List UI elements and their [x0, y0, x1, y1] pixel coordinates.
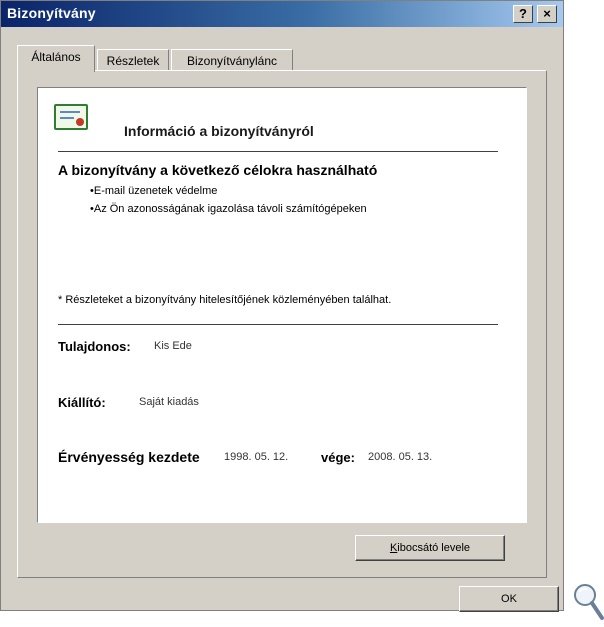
valid-to-label: vége: [321, 450, 355, 465]
statement-label: ibocsátó levele [397, 542, 471, 554]
info-heading: Információ a bizonyítványról [124, 123, 314, 139]
tab-general[interactable]: Általános [17, 45, 95, 72]
certificate-dialog: Bizonyítvány ? × Általános Részletek Biz… [0, 0, 564, 612]
issuer-statement-note: * Részleteket a bizonyítvány hitelesítőj… [58, 294, 392, 306]
magnifier-icon[interactable] [572, 582, 604, 622]
issuer-label: Kiállító: [58, 395, 106, 410]
divider [58, 324, 498, 325]
tab-certification-path[interactable]: Bizonyítványlánc [171, 49, 293, 71]
title-bar[interactable]: Bizonyítvány ? × [1, 1, 563, 27]
tab-details[interactable]: Részletek [97, 49, 169, 71]
owner-label: Tulajdonos: [58, 339, 131, 354]
general-tab-panel: Információ a bizonyítványról A bizonyítv… [17, 70, 547, 578]
window-title: Bizonyítvány [7, 5, 96, 21]
valid-from-value: 1998. 05. 12. [224, 451, 289, 463]
issuer-value: Saját kiadás [139, 396, 199, 408]
help-button[interactable]: ? [513, 5, 533, 23]
certificate-icon [54, 104, 88, 130]
divider [58, 151, 498, 152]
valid-to-value: 2008. 05. 13. [368, 451, 433, 463]
owner-value: Kis Ede [154, 340, 192, 352]
purposes-title: A bizonyítvány a következő célokra haszn… [58, 162, 378, 178]
certificate-info-panel: Információ a bizonyítványról A bizonyítv… [37, 87, 527, 523]
issuer-statement-button[interactable]: Kibocsátó levele [355, 535, 505, 561]
purpose-item: •E-mail üzenetek védelme [90, 185, 218, 197]
close-button[interactable]: × [537, 5, 557, 23]
ok-button[interactable]: OK [459, 586, 559, 612]
valid-from-label: Érvényesség kezdete [58, 449, 200, 465]
purpose-item: •Az Ön azonosságának igazolása távoli sz… [90, 203, 367, 215]
